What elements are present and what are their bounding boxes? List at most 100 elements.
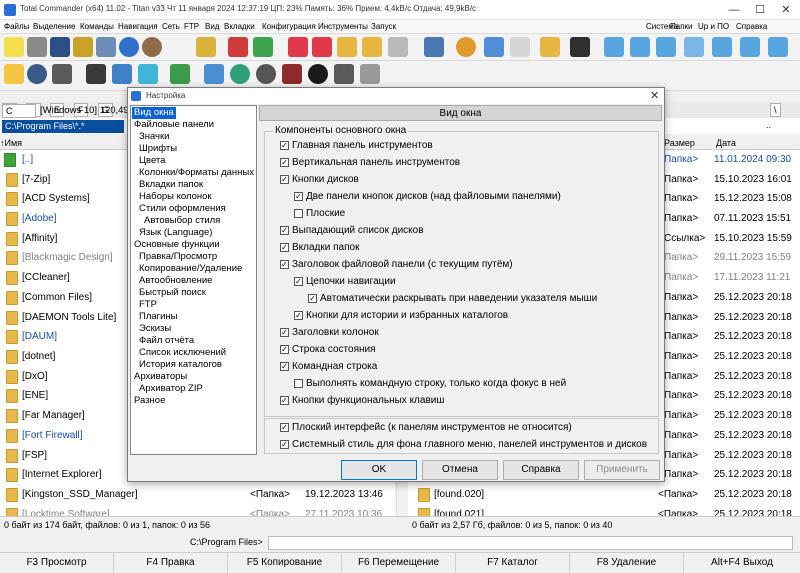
tree-item-file-panels[interactable]: Файловые панели — [134, 119, 214, 131]
right-row[interactable]: Папка> 17.11.2023 11:21 — [664, 268, 790, 288]
star-red-icon[interactable] — [288, 37, 308, 57]
text-tool-icon[interactable] — [282, 64, 302, 84]
media-icon[interactable] — [308, 64, 328, 84]
menu-folders[interactable]: Папки — [670, 22, 693, 31]
right-row[interactable]: Папка> 15.12.2023 15:08 — [664, 189, 792, 209]
right-row[interactable]: Папка> 11.01.2024 09:30 — [664, 150, 791, 170]
checkbox-icon[interactable]: ✓ — [280, 440, 289, 449]
tree-item-zip[interactable]: Архиватор ZIP — [139, 383, 203, 395]
right-row[interactable]: Папка> 25.12.2023 20:18 — [664, 426, 792, 446]
checkbox-icon[interactable]: ✓ — [280, 226, 289, 235]
checkbox-icon[interactable]: ✓ — [280, 260, 289, 269]
checkbox-icon[interactable]: ✓ — [280, 362, 289, 371]
tree-item-auto-style[interactable]: Автовыбор стиля — [144, 215, 220, 227]
star-red-2-icon[interactable] — [312, 37, 332, 57]
tree-item-edit-view[interactable]: Правка/Просмотр — [139, 251, 217, 263]
tree-item-history[interactable]: История каталогов — [139, 359, 222, 371]
image-icon[interactable] — [204, 64, 224, 84]
apply-button[interactable]: Применить — [584, 460, 660, 480]
close-button[interactable]: ✕ — [776, 2, 796, 18]
menu-launch[interactable]: Запуск — [371, 22, 396, 31]
right-col-date-header[interactable]: Дата — [714, 136, 800, 150]
tree-item-window-view[interactable]: Вид окна — [132, 107, 176, 119]
help-button[interactable]: Справка — [503, 460, 579, 480]
right-root-button[interactable]: \ — [770, 103, 781, 117]
menu-tabs[interactable]: Вкладки — [224, 22, 255, 31]
checkbox-icon[interactable]: ✓ — [280, 328, 289, 337]
panel-equal-icon[interactable] — [684, 37, 704, 57]
checkbox-icon[interactable]: ✓ — [294, 277, 303, 286]
checkbox-icon[interactable] — [294, 379, 303, 388]
tree-item-columns[interactable]: Колонки/Форматы данных — [139, 167, 254, 179]
ok-button[interactable]: OK — [341, 460, 417, 480]
tree-item-fonts[interactable]: Шрифты — [139, 143, 177, 155]
alt-f4-exit-button[interactable]: Alt+F4 Выход — [684, 553, 800, 573]
tree-item-column-sets[interactable]: Наборы колонок — [139, 191, 212, 203]
menu-selection[interactable]: Выделение — [33, 22, 75, 31]
clock-icon[interactable] — [456, 37, 476, 57]
menu-navigation[interactable]: Навигация — [118, 22, 158, 31]
f8-delete-button[interactable]: F8 Удаление — [570, 553, 684, 573]
disk-icon[interactable] — [256, 64, 276, 84]
right-row[interactable]: Папка> 25.12.2023 20:18 — [664, 288, 792, 308]
usb-icon[interactable] — [570, 37, 590, 57]
right-row[interactable]: Папка> 25.12.2023 20:18 — [664, 308, 792, 328]
shield-icon[interactable] — [73, 37, 93, 57]
checkbox-icon[interactable]: ✓ — [280, 243, 289, 252]
tree-item-colors[interactable]: Цвета — [139, 155, 165, 167]
tree-item-quick-search[interactable]: Быстрый поиск — [139, 287, 206, 299]
panel-swap-icon[interactable] — [712, 37, 732, 57]
minimize-button[interactable]: — — [724, 2, 744, 18]
tree-item-copy-delete[interactable]: Копирование/Удаление — [139, 263, 242, 275]
right-row[interactable]: Папка> 25.12.2023 20:18 — [664, 367, 792, 387]
right-panel-up[interactable]: .. — [766, 120, 771, 130]
menu-up-software[interactable]: Up и ПО — [698, 22, 729, 31]
checkbox-icon[interactable]: ✓ — [280, 158, 289, 167]
checkbox-icon[interactable]: ✓ — [308, 294, 317, 303]
list-icon[interactable] — [510, 37, 530, 57]
tools-icon[interactable] — [27, 37, 47, 57]
dialog-close-button[interactable]: ✕ — [650, 89, 659, 102]
filter-active-icon[interactable] — [138, 64, 158, 84]
tree-item-exclusions[interactable]: Список исключений — [139, 347, 226, 359]
tree-item-log-file[interactable]: Файл отчёта — [139, 335, 194, 347]
drive-combo[interactable]: C — [2, 104, 36, 118]
right-row[interactable]: Папка> 25.12.2023 20:18 — [664, 446, 792, 466]
right-row[interactable]: Папка> 25.12.2023 20:18 — [664, 327, 792, 347]
tree-item-basic-functions[interactable]: Основные функции — [134, 239, 220, 251]
tree-item-plugins[interactable]: Плагины — [139, 311, 178, 323]
tree-item-autorefresh[interactable]: Автообновление — [139, 275, 212, 287]
folder-edit-icon[interactable] — [362, 37, 382, 57]
checkbox-icon[interactable]: ✓ — [280, 175, 289, 184]
menu-help[interactable]: Справка — [736, 22, 767, 31]
menu-network[interactable]: Сеть — [162, 22, 180, 31]
lightbulb-icon[interactable] — [4, 37, 24, 57]
right-row[interactable]: [found.020] <Папка> 25.12.2023 20:18 — [408, 485, 800, 505]
checkbox-icon[interactable]: ✓ — [280, 345, 289, 354]
globe-icon[interactable] — [119, 37, 139, 57]
menu-configuration[interactable]: Конфигурация — [262, 22, 316, 31]
tree-item-ftp[interactable]: FTP — [139, 299, 157, 311]
cancel-button[interactable]: Отмена — [422, 460, 498, 480]
computer-icon[interactable] — [424, 37, 444, 57]
window-icon[interactable] — [484, 37, 504, 57]
tree-item-folder-tabs[interactable]: Вкладки папок — [139, 179, 203, 191]
pen-icon[interactable] — [96, 37, 116, 57]
command-input[interactable] — [268, 536, 793, 550]
compare-icon[interactable] — [170, 64, 190, 84]
f6-move-button[interactable]: F6 Перемещение — [342, 553, 456, 573]
panel-right-icon[interactable] — [656, 37, 676, 57]
menu-tools[interactable]: Инструменты — [318, 22, 368, 31]
monitor-icon[interactable] — [50, 37, 70, 57]
network-globe-icon[interactable] — [230, 64, 250, 84]
right-row[interactable]: Папка> 15.10.2023 16:01 — [664, 170, 792, 190]
right-row[interactable]: Папка> 29.11.2023 15:59 — [664, 248, 791, 268]
binoculars-icon[interactable] — [86, 64, 106, 84]
panel-left-icon[interactable] — [604, 37, 624, 57]
right-row[interactable]: Папка> 25.12.2023 20:18 — [664, 465, 792, 485]
copy-icon[interactable] — [196, 37, 216, 57]
favorites-star-icon[interactable] — [4, 64, 24, 84]
panel-compare-icon[interactable] — [740, 37, 760, 57]
document-icon[interactable] — [388, 37, 408, 57]
user-icon[interactable] — [142, 37, 162, 57]
